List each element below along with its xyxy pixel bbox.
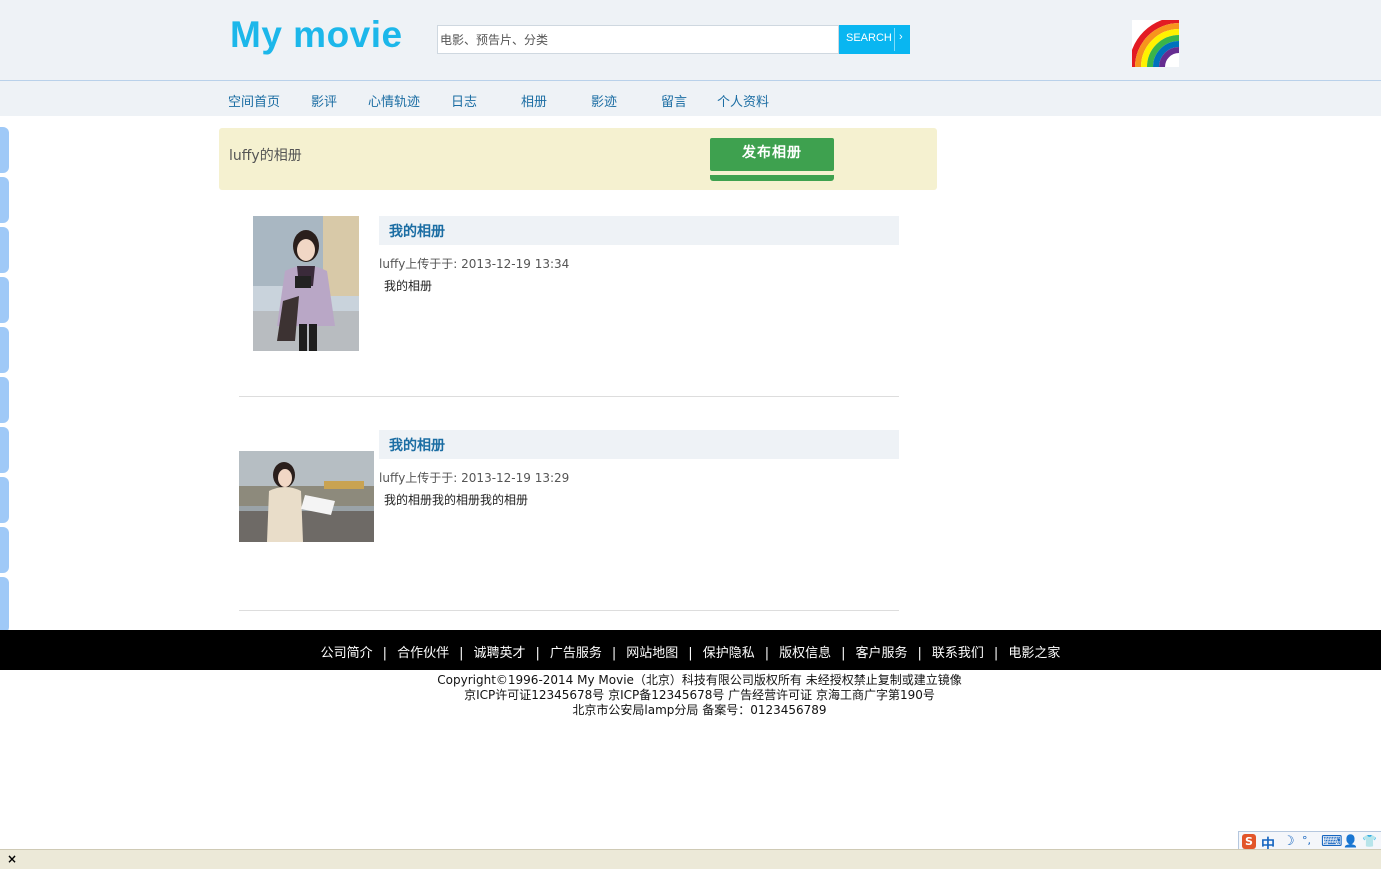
footer-separator: | <box>611 646 617 661</box>
album-name-link[interactable]: 我的相册 <box>389 221 445 241</box>
sogou-logo-icon[interactable]: S <box>1242 834 1256 849</box>
side-tab[interactable] <box>0 427 9 473</box>
search-bar: SEARCH › <box>437 25 910 54</box>
publish-album-button[interactable]: 发布相册 <box>710 138 834 171</box>
side-tab[interactable] <box>0 127 9 173</box>
top-header: My movie SEARCH › <box>0 0 1381 81</box>
footer-link-sitemap[interactable]: 网站地图 <box>626 646 678 661</box>
album-header: luffy的相册 发布相册 <box>219 128 937 190</box>
divider <box>239 396 899 397</box>
album-name-link[interactable]: 我的相册 <box>389 435 445 455</box>
footer-separator: | <box>993 646 999 661</box>
rainbow-icon[interactable] <box>1132 20 1179 67</box>
album-description: 我的相册我的相册我的相册 <box>384 493 529 507</box>
footer-link-privacy[interactable]: 保护隐私 <box>703 646 755 661</box>
footer-separator: | <box>535 646 540 661</box>
moon-icon[interactable]: ☽ <box>1283 834 1295 849</box>
side-tab[interactable] <box>0 277 9 323</box>
side-tab[interactable] <box>0 327 9 373</box>
nav-item-reviews[interactable]: 影评 <box>311 91 337 110</box>
footer-link-service[interactable]: 客户服务 <box>856 646 908 661</box>
nav-item-diary[interactable]: 日志 <box>451 91 477 110</box>
footer-separator: | <box>917 646 922 661</box>
footer-link-jobs[interactable]: 诚聘英才 <box>473 646 525 661</box>
footer-separator: | <box>382 646 388 661</box>
footer-bar: 公司简介 | 合作伙伴 | 诚聘英才 | 广告服务 | 网站地图 | 保护隐私 | 版权信息 | 客户服务 |… <box>0 630 1381 670</box>
album-name-bar: 我的相册 <box>379 430 899 459</box>
keyboard-icon[interactable]: ⌨ <box>1321 832 1343 850</box>
footer-link-contact[interactable]: 联系我们 <box>932 646 984 661</box>
album-item: 我的相册 luffy上传于于: 2013-12-19 13:29 我的相册我的相… <box>239 430 899 570</box>
footer-separator: | <box>764 646 770 661</box>
search-button-divider <box>894 28 895 51</box>
nav-item-albums[interactable]: 相册 <box>521 91 547 110</box>
close-icon[interactable]: × <box>7 852 17 866</box>
chevron-right-icon: › <box>899 31 903 43</box>
site-logo[interactable]: My movie <box>230 14 403 56</box>
side-tab[interactable] <box>0 477 9 523</box>
footer-separator: | <box>459 646 464 661</box>
album-page-title: luffy的相册 <box>229 148 302 164</box>
side-tab[interactable] <box>0 527 9 573</box>
nav-item-footprints[interactable]: 影迹 <box>591 91 617 110</box>
user-icon[interactable]: 👤 <box>1343 834 1358 848</box>
main-nav: 空间首页 影评 心情轨迹 日志 相册 影迹 留言 个人资料 <box>0 81 1381 116</box>
side-tab[interactable] <box>0 577 9 633</box>
footer-link-partners[interactable]: 合作伙伴 <box>397 646 449 661</box>
police-record-text: 北京市公安局lamp分局 备案号：0123456789 <box>572 703 827 717</box>
nav-item-profile[interactable]: 个人资料 <box>717 91 769 110</box>
skin-shirt-icon[interactable]: 👕 <box>1362 834 1377 848</box>
nav-item-messages[interactable]: 留言 <box>661 91 687 110</box>
album-description: 我的相册 <box>384 279 433 293</box>
album-upload-info: luffy上传于于: 2013-12-19 13:34 <box>379 257 570 271</box>
search-button-label: SEARCH <box>846 32 892 44</box>
footer-link-home[interactable]: 电影之家 <box>1008 646 1060 661</box>
divider <box>239 610 899 611</box>
footer-separator: | <box>688 646 693 661</box>
publish-button-shadow <box>710 175 834 181</box>
nav-item-home[interactable]: 空间首页 <box>228 91 280 110</box>
album-upload-info: luffy上传于于: 2013-12-19 13:29 <box>379 471 570 485</box>
side-tab[interactable] <box>0 377 9 423</box>
search-input[interactable] <box>437 25 839 54</box>
side-tab[interactable] <box>0 177 9 223</box>
album-name-bar: 我的相册 <box>379 216 899 245</box>
album-item: 我的相册 luffy上传于于: 2013-12-19 13:34 我的相册 <box>239 216 899 356</box>
browser-status-bar: × <box>0 849 1381 869</box>
footer-links: 公司简介 | 合作伙伴 | 诚聘英才 | 广告服务 | 网站地图 | 保护隐私 | 版权信息 | 客户服务 |… <box>0 642 1381 661</box>
punctuation-icon[interactable]: °, <box>1302 834 1311 847</box>
footer-link-about[interactable]: 公司简介 <box>321 646 373 661</box>
footer-link-copyright[interactable]: 版权信息 <box>779 646 831 661</box>
footer-link-ads[interactable]: 广告服务 <box>550 646 602 661</box>
search-button[interactable]: SEARCH › <box>839 25 910 54</box>
side-tab[interactable] <box>0 227 9 273</box>
nav-item-mood[interactable]: 心情轨迹 <box>368 91 420 110</box>
footer-separator: | <box>841 646 846 661</box>
